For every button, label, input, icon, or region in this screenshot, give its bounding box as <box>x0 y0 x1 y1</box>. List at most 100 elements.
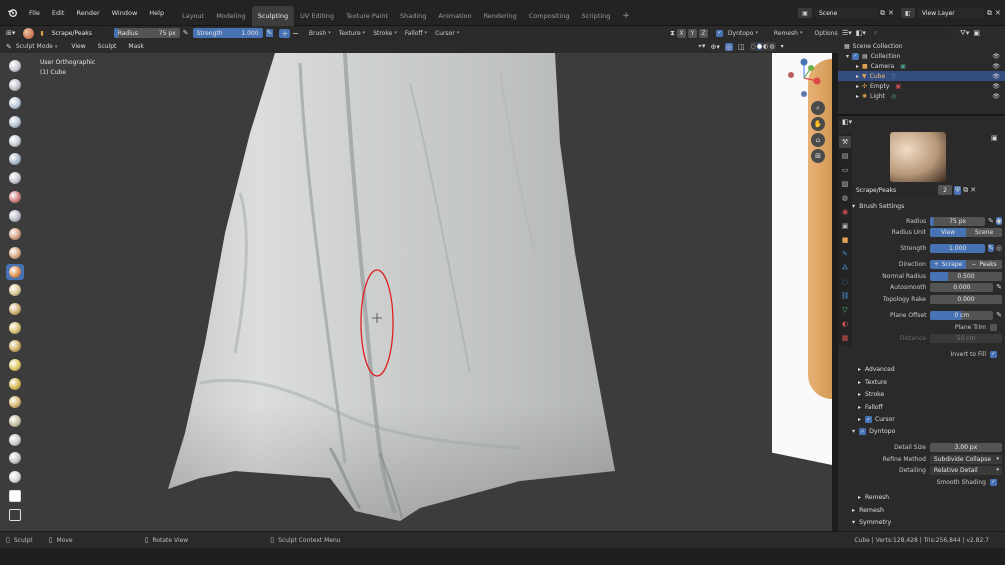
view-layer-icon[interactable]: ◧ <box>900 8 915 18</box>
detail-size-field[interactable]: 3.00 px <box>929 442 1002 452</box>
header-mask-menu[interactable]: Mask <box>122 43 149 50</box>
invert-fill-checkbox[interactable]: ✓ <box>990 350 997 358</box>
expand-arrow-icon[interactable]: ▸ <box>856 83 859 90</box>
tool-flatten-button[interactable] <box>6 226 24 242</box>
ortho-grid-icon[interactable]: ⊞ <box>811 149 825 163</box>
tool-settings-icon[interactable]: ⚒ <box>839 136 851 148</box>
expand-arrow-icon[interactable]: ▾ <box>846 53 849 60</box>
display-mode-icon[interactable]: ◧▾ <box>856 29 866 37</box>
tool-inflate-button[interactable] <box>6 151 24 167</box>
fake-user-shield-icon[interactable]: ⛨ <box>954 185 962 195</box>
dyntopo-enable-checkbox[interactable]: ✓ <box>859 428 867 435</box>
tool-pinch-button[interactable] <box>6 301 24 317</box>
shading-options-icon[interactable]: ▾ <box>781 43 784 50</box>
solid-shading-icon[interactable]: ● <box>756 43 763 50</box>
dyntopo-remesh-subpanel[interactable]: ▸ Remesh <box>852 492 1002 503</box>
tool-rotate-button[interactable] <box>6 432 24 448</box>
autosmooth-field[interactable]: 0.000 <box>930 282 994 292</box>
tool-clay-button[interactable] <box>6 95 24 111</box>
scene-field[interactable]: Scene <box>815 8 877 18</box>
cursor-menu[interactable]: Cursor <box>431 30 463 37</box>
radius-unit-scene-button[interactable]: Scene <box>965 227 1002 237</box>
texture-tab-icon[interactable]: ▦ <box>839 332 851 344</box>
falloff-menu[interactable]: Falloff <box>401 30 431 37</box>
symmetry-icon[interactable]: ⧗ <box>670 29 675 38</box>
tool-thumb-button[interactable] <box>6 376 24 392</box>
header-view-menu[interactable]: View <box>65 43 91 50</box>
view-layer-field[interactable]: View Layer <box>917 8 984 18</box>
tab-uv-editing[interactable]: UV Editing <box>294 6 340 26</box>
radius-prop-unified-icon[interactable]: ◉ <box>995 217 1002 225</box>
blender-logo-icon[interactable] <box>4 5 20 21</box>
tool-draw-button[interactable] <box>6 58 24 74</box>
radius-pressure-icon[interactable]: ✎ <box>183 29 189 37</box>
cursor-checkbox[interactable]: ✓ <box>865 416 873 423</box>
tree-camera[interactable]: ▸ ■ Camera ▣ 👁 <box>838 61 1005 71</box>
add-direction-button[interactable]: + <box>279 28 291 38</box>
expand-arrow-icon[interactable]: ▸ <box>856 73 859 80</box>
falloff-subpanel[interactable]: ▸ Falloff <box>852 402 1002 413</box>
particles-icon[interactable]: ⁂ <box>839 262 851 274</box>
remesh-menu[interactable]: Remesh <box>770 30 807 37</box>
plane-trim-checkbox[interactable] <box>990 323 997 331</box>
brush-users-count[interactable]: 2 <box>938 185 952 195</box>
physics-icon[interactable]: ◌ <box>839 276 851 288</box>
plane-offset-field[interactable]: 0 cm <box>930 310 994 320</box>
tool-layer-button[interactable] <box>6 133 24 149</box>
overlays-icon[interactable]: ◎ <box>724 42 733 51</box>
tool-mask-button[interactable] <box>6 488 24 504</box>
camera-view-icon[interactable]: ⌂ <box>811 133 825 147</box>
expand-arrow-icon[interactable]: ▸ <box>856 63 859 70</box>
remesh-section[interactable]: ▸ Remesh <box>852 505 1002 516</box>
expand-arrow-icon[interactable]: ▸ <box>856 93 859 100</box>
modifier-icon[interactable]: ✎ <box>839 248 851 260</box>
view-layer-delete-icon[interactable]: ✕ <box>995 9 1001 17</box>
rendered-shading-icon[interactable]: ◍ <box>769 43 774 50</box>
advanced-subpanel[interactable]: ▸ Advanced <box>852 364 1002 375</box>
render-icon[interactable]: ▤ <box>839 150 851 162</box>
strength-prop-field[interactable]: 1.000 <box>930 243 986 253</box>
visibility-eye-icon[interactable]: 👁 <box>992 73 1000 80</box>
stroke-subpanel[interactable]: ▸ Stroke <box>852 389 1002 400</box>
scene-delete-icon[interactable]: ✕ <box>888 9 894 17</box>
tool-scrape-button[interactable] <box>6 263 24 280</box>
strength-prop-pressure-icon[interactable]: ✎ <box>988 244 994 252</box>
header-sculpt-menu[interactable]: Sculpt <box>92 43 123 50</box>
scene-icon[interactable]: ▣ <box>798 8 812 18</box>
tool-simplify-button[interactable] <box>6 469 24 485</box>
texture-menu[interactable]: Texture <box>335 30 369 37</box>
gizmo-toggle-icon[interactable]: ⊕▾ <box>710 43 719 51</box>
radius-prop-pressure-icon[interactable]: ✎ <box>988 217 994 225</box>
tool-nudge-button[interactable] <box>6 413 24 429</box>
brush-thumb-settings-icon[interactable]: ▣ <box>991 134 998 142</box>
brush-browse-icon[interactable]: ▮ <box>40 30 43 37</box>
strength-pressure-icon[interactable]: ✎ <box>265 29 274 37</box>
tool-fill-button[interactable] <box>6 245 24 261</box>
symmetry-y-toggle[interactable]: Y <box>687 28 697 38</box>
output-icon[interactable]: ▭ <box>839 164 851 176</box>
tool-clay-strips-button[interactable] <box>6 114 24 130</box>
scene-new-icon[interactable]: ⧉ <box>880 9 885 18</box>
autosmooth-pressure-icon[interactable]: ✎ <box>996 283 1002 291</box>
tab-layout[interactable]: Layout <box>176 6 210 26</box>
view-layer-tab-icon[interactable]: ▨ <box>839 178 851 190</box>
dyntopo-checkbox[interactable]: ✓ <box>715 29 723 37</box>
cursor-subpanel[interactable]: ▸ ✓ Cursor <box>852 414 1002 425</box>
collection-tab-icon[interactable]: ▣ <box>839 220 851 232</box>
visibility-eye-icon[interactable]: 👁 <box>992 83 1000 90</box>
tab-scripting[interactable]: Scripting <box>576 6 617 26</box>
radius-unit-view-button[interactable]: View <box>929 227 966 237</box>
tool-pose-button[interactable] <box>6 394 24 410</box>
strength-prop-unified-icon[interactable]: ◎ <box>996 244 1002 252</box>
tool-crease-button[interactable] <box>6 189 24 205</box>
tab-rendering[interactable]: Rendering <box>478 6 523 26</box>
normal-radius-field[interactable]: 0.500 <box>929 271 1002 281</box>
detailing-dropdown[interactable]: Relative Detail ▾ <box>929 465 1002 475</box>
tool-snake-hook-button[interactable] <box>6 357 24 373</box>
mesh-data-tab-icon[interactable]: ▽ <box>839 304 851 316</box>
tool-elastic-deform-button[interactable] <box>6 338 24 354</box>
navigation-gizmo[interactable] <box>784 58 824 98</box>
symmetry-section[interactable]: ▾ Symmetry <box>852 517 1002 528</box>
view-layer-new-icon[interactable]: ⧉ <box>987 9 992 18</box>
visibility-eye-icon[interactable]: 👁 <box>992 63 1000 70</box>
